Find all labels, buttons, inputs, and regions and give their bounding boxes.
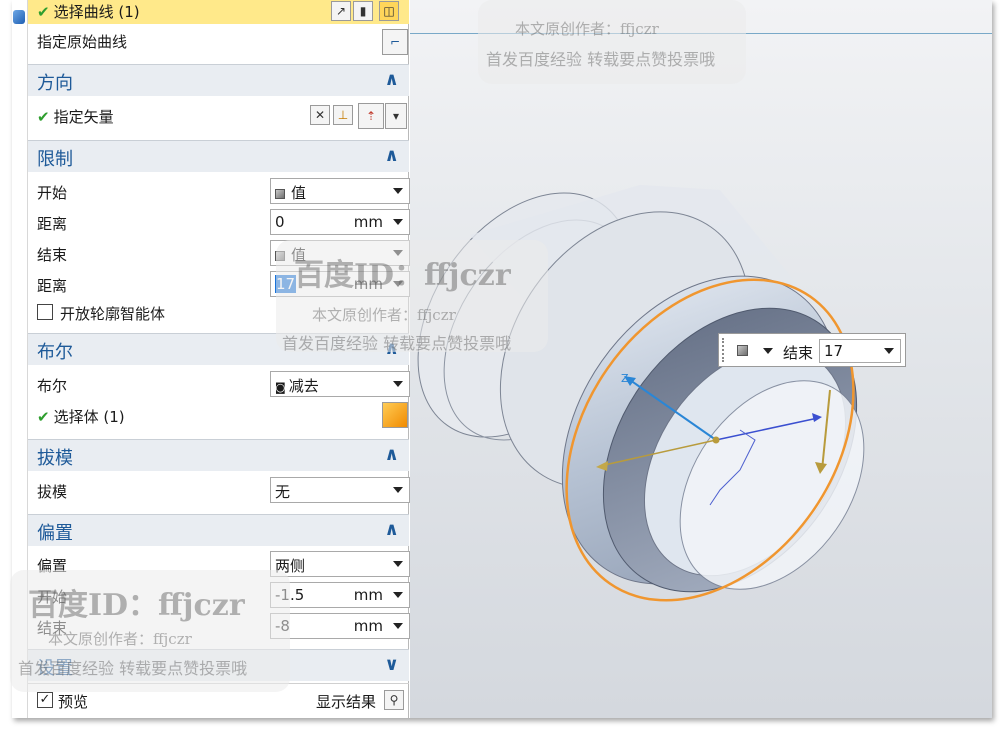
draft-dropdown[interactable]: 无 [270,477,410,503]
chevron-down-icon [884,348,894,354]
collapse-up-icon[interactable]: ∧ [384,444,399,465]
chevron-down-icon [393,623,403,629]
offset-title: 偏置 [37,523,73,544]
collapse-up-icon[interactable]: ∧ [384,69,399,90]
watermark-backdrop [10,570,290,692]
reverse-direction-icon[interactable]: ✕ [310,105,330,125]
show-result-label[interactable]: 显示结果 [316,691,376,712]
float-end-value: 17 [824,342,844,360]
original-curve-icon[interactable]: ⌐ [382,29,408,55]
check-icon: ✔ [37,108,50,126]
limits-title: 限制 [37,149,73,170]
limit-end-onscreen-input[interactable]: 结束 17 [718,333,906,367]
boolean-row: 布尔 ◙ 减去 [28,369,410,399]
unit-label: mm [353,213,383,231]
boolean-dropdown[interactable]: ◙ 减去 [270,371,410,397]
open-profile-label: 开放轮廓智能体 [60,305,166,323]
start-value: 值 [291,184,307,202]
chevron-down-icon [393,188,403,194]
original-curve-row: 指定原始曲线 ⌐ [28,26,409,62]
magnifier-icon[interactable]: ⚲ [384,690,404,710]
offset-dropdown[interactable]: 两侧 [270,551,410,577]
start-label: 开始 [37,184,68,202]
start-row: 开始 值 [28,176,410,206]
select-curve-label: 选择曲线 (1) [53,3,140,21]
value-cube-icon [275,189,285,199]
draft-row: 拔模 无 [28,475,410,507]
chevron-down-icon[interactable] [763,348,773,354]
distance1-label: 距离 [37,215,68,233]
app-icon [13,10,25,24]
draft-value: 无 [275,483,291,501]
offset-start-input[interactable]: -1.5 mm [270,582,410,608]
select-body-icon[interactable] [382,402,408,428]
chevron-down-icon [393,561,403,567]
original-curve-label: 指定原始曲线 [37,33,128,51]
unit-label: mm [353,617,383,635]
unit-label: mm [353,586,383,604]
preview-checkbox[interactable]: ✓ [37,692,53,708]
subtract-icon: ◙ [275,381,286,394]
collapse-up-icon[interactable]: ∧ [384,519,399,540]
boolean-label: 布尔 [37,377,68,395]
chevron-down-icon [393,487,403,493]
expand-down-icon[interactable]: ∨ [384,654,399,675]
collapse-up-icon[interactable]: ∧ [384,145,399,166]
boolean-title: 布尔 [37,342,73,363]
curve-icon[interactable]: ▮ [353,1,373,21]
offset-end-input[interactable]: -8 mm [270,613,410,639]
select-body-row: ✔ 选择体 (1) [28,400,409,432]
vector-dropdown-icon[interactable]: ▾ [385,103,407,129]
watermark-backdrop [276,240,548,352]
vector-row: ✔ 指定矢量 ✕ ⊥ ⇡ ▾ [28,97,409,135]
chevron-down-icon [393,592,403,598]
end-label: 结束 [37,246,68,264]
direction-section-header[interactable]: 方向 ∧ [28,64,409,96]
axis-z-label: Z [621,372,629,385]
start-dropdown[interactable]: 值 [270,178,410,204]
graphics-viewport[interactable]: Z 结束 17 [410,0,992,718]
draft-title: 拔模 [37,448,73,469]
chevron-down-icon [393,219,403,225]
sketch-section-icon[interactable]: ↗ [331,1,351,21]
select-body-label: 选择体 (1) [53,408,125,426]
check-icon: ✔ [37,408,50,426]
distance1-row: 距离 0 mm [28,207,410,237]
distance2-label: 距离 [37,277,68,295]
direction-title: 方向 [37,73,73,94]
distance1-input[interactable]: 0 mm [270,209,410,235]
open-profile-checkbox[interactable] [37,304,53,320]
vector-dialog-icon[interactable]: ⊥ [333,105,353,125]
value-cube-icon [737,345,748,356]
curve-rule-icon[interactable]: ◫ [379,1,399,21]
watermark-backdrop [478,0,746,84]
vector-inference-icon[interactable]: ⇡ [358,103,384,129]
distance1-value: 0 [275,213,285,231]
check-icon: ✔ [37,3,50,21]
offset-section-header[interactable]: 偏置 ∧ [28,514,409,546]
preview-label: 预览 [58,693,89,711]
draft-section-header[interactable]: 拔模 ∧ [28,439,409,471]
float-end-label: 结束 [783,344,814,362]
chevron-down-icon [393,381,403,387]
float-end-input[interactable]: 17 [819,339,901,363]
draft-label: 拔模 [37,483,68,501]
select-curve-row[interactable]: ✔ 选择曲线 (1) ↗ ▮ ◫ [28,0,409,24]
vector-label: 指定矢量 [53,108,114,126]
limits-section-header[interactable]: 限制 ∧ [28,140,409,172]
drag-grip-icon[interactable] [722,338,726,362]
boolean-value: 减去 [288,377,319,395]
